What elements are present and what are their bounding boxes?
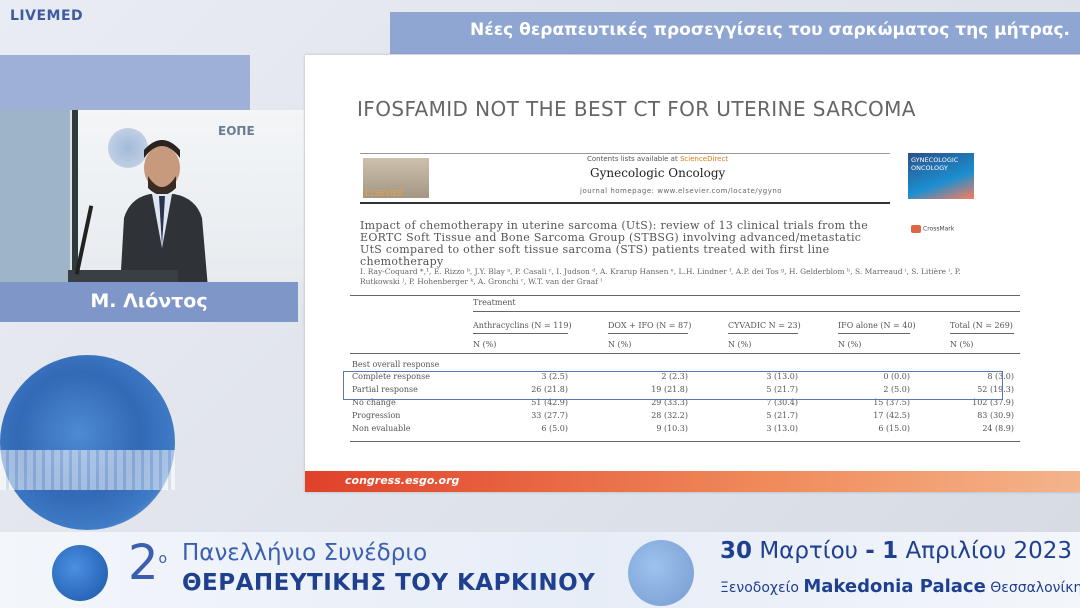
table-cell: 33 (27.7) [531,411,568,420]
podium [68,270,178,282]
end-day: 1 [882,538,899,564]
conference-dates: 30 Μαρτίου - 1 Απριλίου 2023 [720,538,1072,564]
date-separator: - [865,538,875,564]
session-topic-title: Νέες θεραπευτικές προσεγγίσεις του σαρκώ… [470,20,1071,40]
column-header: Anthracyclins (N = 119) [473,321,572,330]
speaker-figure [120,140,208,282]
journal-homepage: journal homepage: www.elsevier.com/locat… [580,187,783,195]
crossmark-icon [911,225,921,233]
conference-name-line1: Πανελλήνιο Συνέδριο [182,540,428,566]
conference-globe-icon [52,545,108,601]
column-header: CYVADIC N = 23) [728,321,801,330]
livemed-logo: LIVEMED [10,8,84,24]
speaker-name: Μ. Λιόντος [90,290,208,312]
column-header: DOX + IFO (N = 87) [608,321,692,330]
sciencedirect-link: ScienceDirect [679,155,729,163]
journal-cover-title: GYNECOLOGIC ONCOLOGY [911,156,959,172]
publisher-name: ELSEVIER [365,189,404,198]
slide-footer-url: congress.esgo.org [345,474,460,487]
highlight-box [343,371,1003,400]
subheader: N (%) [728,340,752,349]
decorative-band-left [0,55,250,111]
decorative-city-skyline [0,450,175,490]
table-cell: 6 (15.0) [878,424,910,433]
conference-venue: Ξενοδοχείο Makedonia Palace Θεσσαλονίκη [720,576,1080,597]
table-cell: 9 (10.3) [656,424,688,433]
contents-available-line: Contents lists available at ScienceDirec… [587,155,728,163]
table-cell: 5 (21.7) [766,411,798,420]
venue-name: Makedonia Palace [803,576,986,597]
conference-name-line2: ΘΕΡΑΠΕΥΤΙΚΗΣ ΤΟΥ ΚΑΡΚΙΝΟΥ [182,570,596,596]
subheader: N (%) [838,340,862,349]
venue-prefix: Ξενοδοχείο [720,580,799,596]
speaker-video: ΕΟΠΕ [0,110,304,282]
column-header: IFO alone (N = 40) [838,321,916,330]
article-title: Impact of chemotherapy in uterine sarcom… [360,219,869,268]
subheader: N (%) [950,340,974,349]
table-cell: 6 (5.0) [541,424,568,433]
table-cell: 17 (42.5) [873,411,910,420]
article-authors: I. Ray-Coquard *,¹, E. Rizzo ᵇ, J.Y. Bla… [360,267,961,286]
conference-ordinal: 2ο [128,535,167,591]
contents-prefix: Contents lists available at [587,155,678,163]
table-row-label: Progression [352,411,401,420]
table-group-header: Treatment [473,298,516,307]
decorative-globe-right [628,540,694,606]
decorative-globe [0,355,175,530]
table-cell: 83 (30.9) [977,411,1014,420]
column-header: Total (N = 269) [950,321,1013,330]
slide-title: IFOSFAMID NOT THE BEST CT FOR UTERINE SA… [357,97,916,121]
end-month-year: Απριλίου 2023 [905,538,1073,564]
ordinal-number: 2 [128,535,159,591]
table-cell: 24 (8.9) [982,424,1014,433]
ordinal-suffix: ο [158,551,168,567]
video-background-wall [0,110,70,282]
subheader: N (%) [608,340,632,349]
table-cell: 28 (32.2) [651,411,688,420]
table-cell: 3 (13.0) [766,424,798,433]
table-row-label: Non evaluable [352,424,411,433]
venue-city: Θεσσαλονίκη [990,580,1080,596]
subheader: N (%) [473,340,497,349]
start-day: 30 [720,538,753,564]
crossmark-badge: CrossMark [911,225,954,233]
section-label: Best overall response [352,360,440,369]
start-month: Μαρτίου [759,538,858,564]
presentation-slide: IFOSFAMID NOT THE BEST CT FOR UTERINE SA… [305,55,1080,492]
crossmark-label: CrossMark [923,225,955,233]
journal-name: Gynecologic Oncology [590,166,726,180]
